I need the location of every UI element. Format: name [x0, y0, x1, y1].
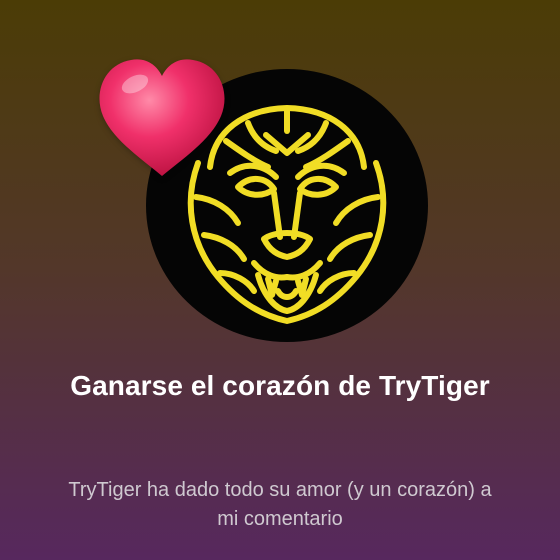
achievement-card: Ganarse el corazón de TryTiger TryTiger …	[0, 0, 560, 560]
achievement-description: TryTiger ha dado todo su amor (y un cora…	[68, 479, 492, 530]
achievement-title: Ganarse el corazón de TryTiger	[70, 370, 490, 401]
heart-badge	[95, 54, 229, 182]
heart-icon	[99, 59, 225, 176]
